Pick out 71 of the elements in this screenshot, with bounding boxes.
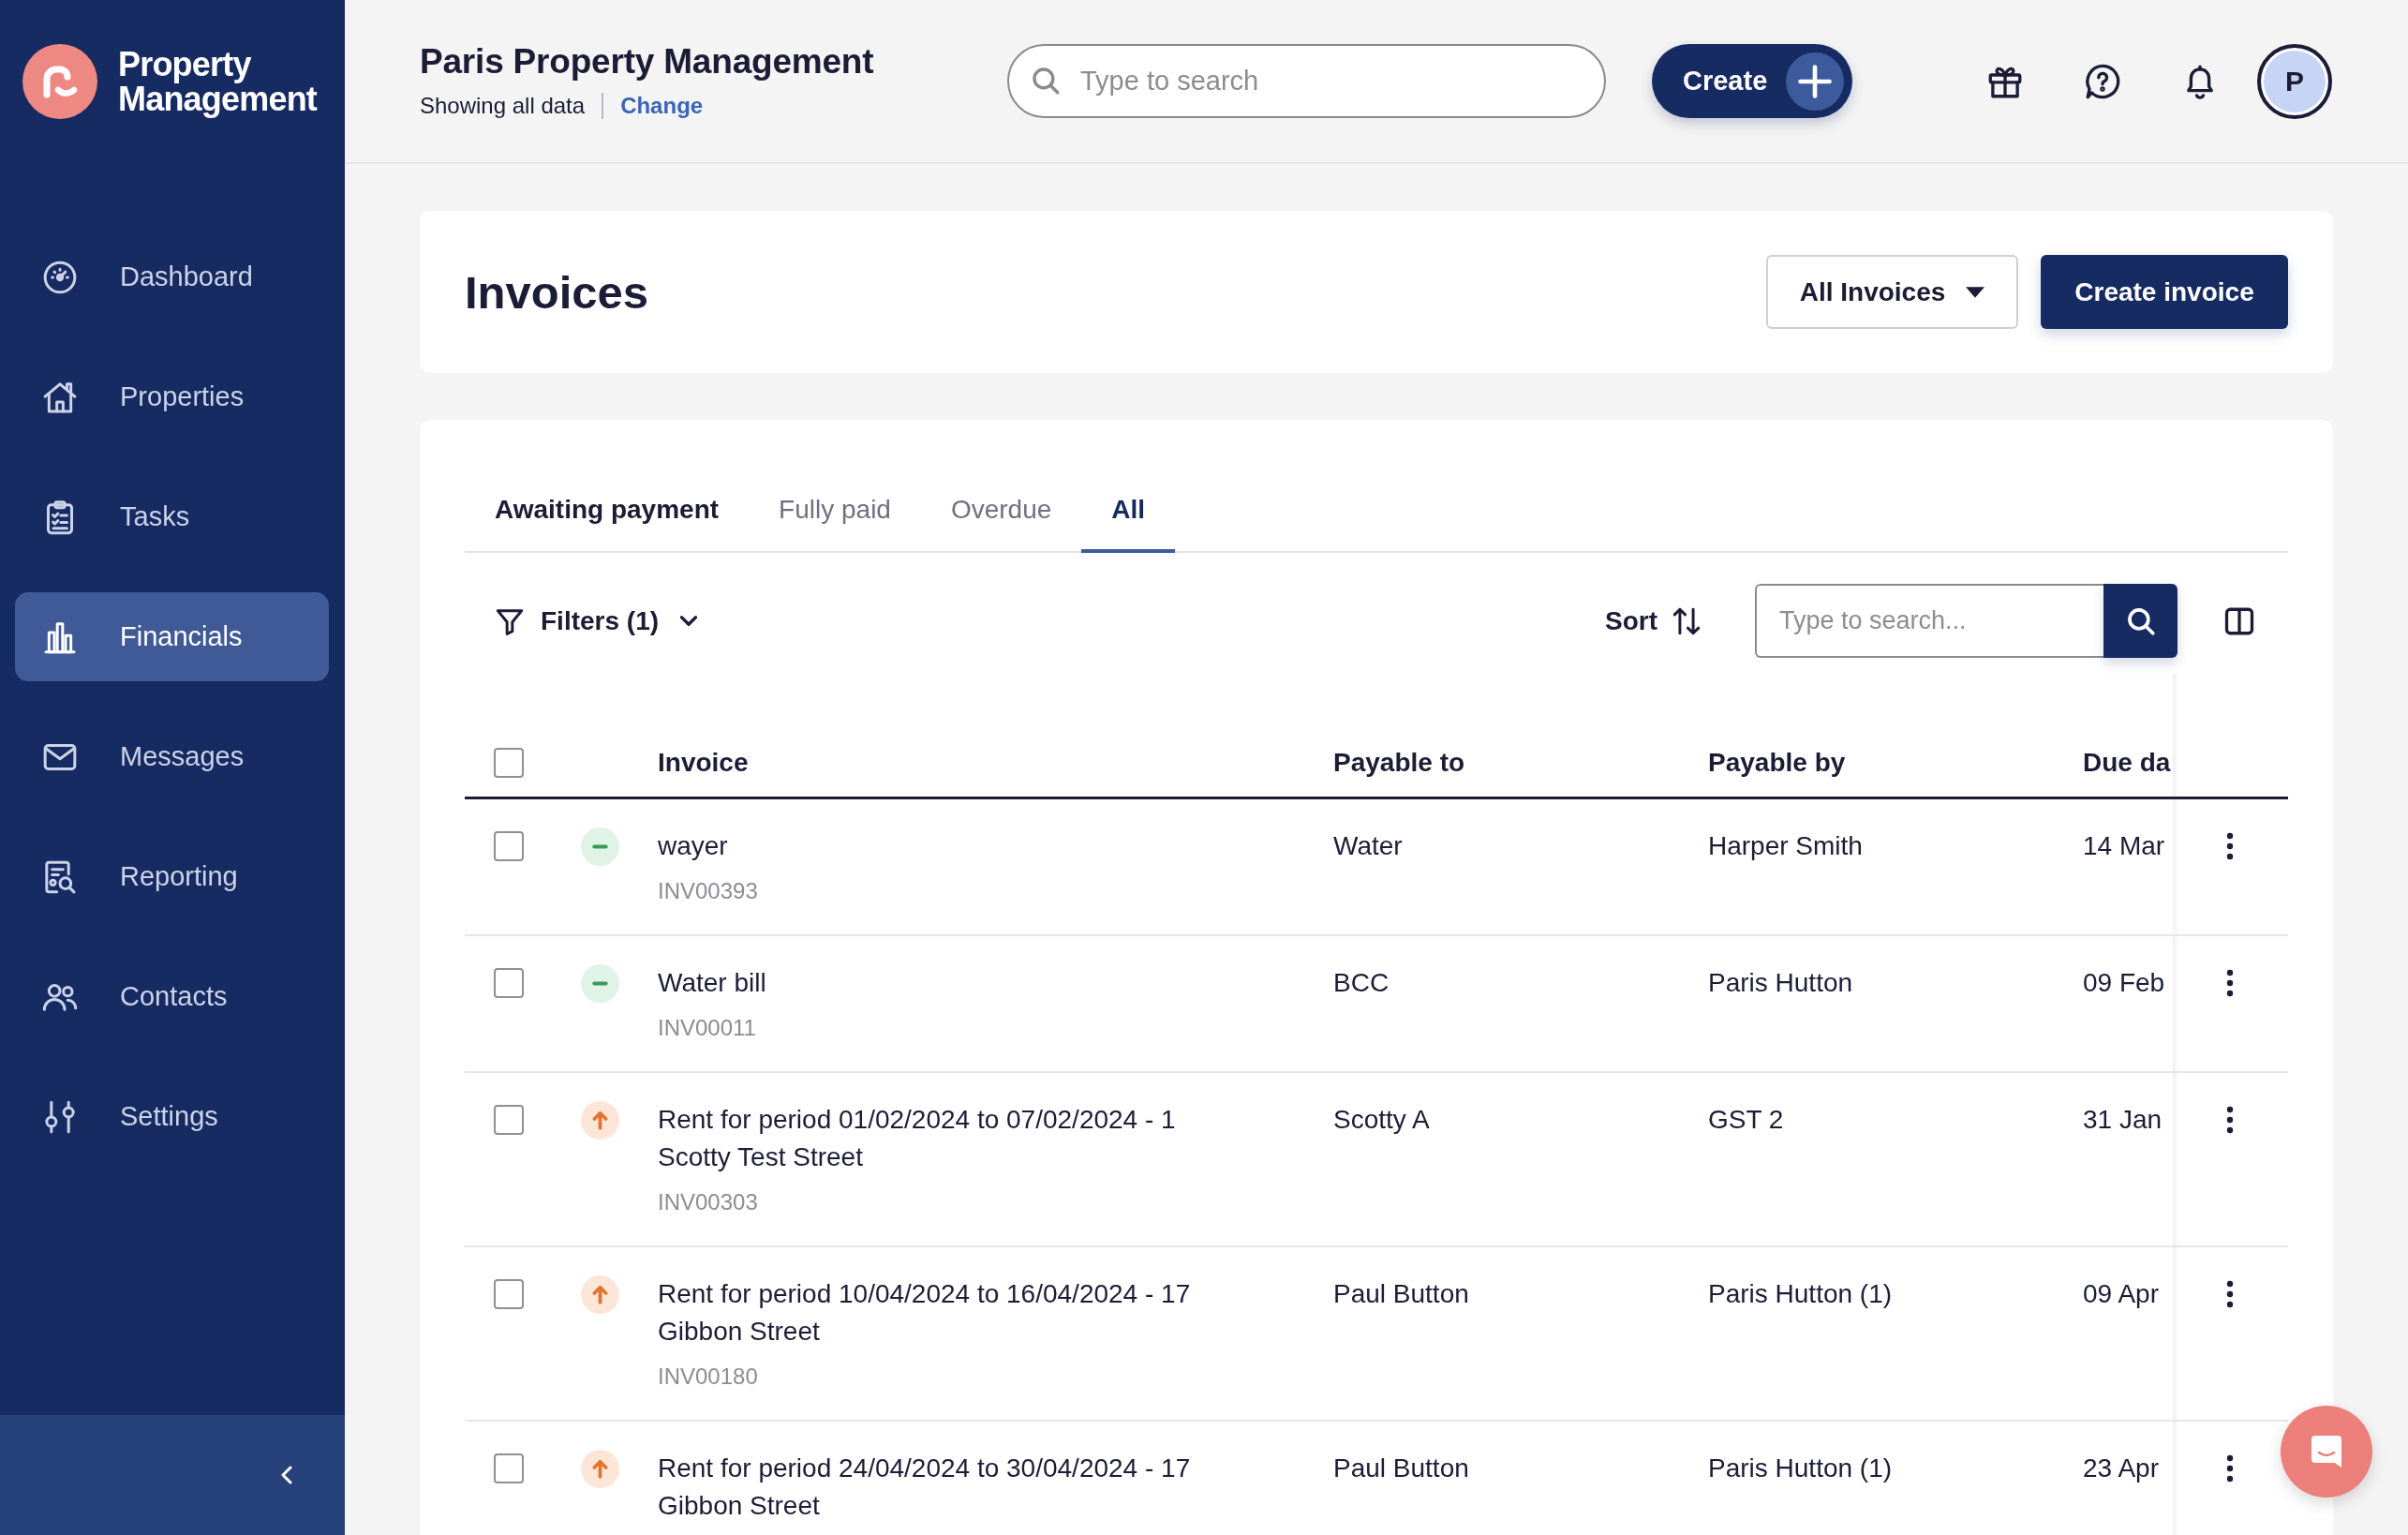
- invoice-number: INV00393: [658, 877, 759, 905]
- create-invoice-button[interactable]: Create invoice: [2041, 255, 2288, 329]
- more-options-icon[interactable]: [2226, 1454, 2234, 1483]
- sidebar-item[interactable]: Settings: [15, 1072, 329, 1161]
- row-checkbox[interactable]: [494, 1279, 524, 1309]
- more-options-icon[interactable]: [2226, 1106, 2234, 1134]
- row-checkbox[interactable]: [494, 968, 524, 998]
- due-date-cell-text: 14 Mar: [2083, 830, 2165, 862]
- invoice-title[interactable]: wayer: [658, 827, 1220, 865]
- sidebar-item[interactable]: Contacts: [15, 952, 329, 1041]
- column-header[interactable]: Payable by: [1708, 747, 1846, 779]
- row-checkbox[interactable]: [494, 1453, 524, 1483]
- more-options-icon[interactable]: [2226, 1280, 2234, 1308]
- search-field[interactable]: Type to search...: [1755, 584, 2103, 658]
- column-header[interactable]: Invoice: [658, 747, 749, 779]
- select-all-checkbox[interactable]: [494, 748, 524, 778]
- search-field[interactable]: Type to search: [1007, 44, 1606, 118]
- organisation-title: Paris Property Management: [420, 40, 875, 82]
- plus-icon: [1786, 52, 1844, 111]
- page-title: Invoices: [465, 265, 649, 319]
- more-options-icon[interactable]: [2226, 832, 2234, 860]
- user-avatar[interactable]: P: [2257, 43, 2332, 119]
- invoice-number: INV00180: [658, 1363, 759, 1391]
- sidebar-item[interactable]: Messages: [15, 712, 329, 801]
- logo-icon: [22, 44, 97, 119]
- chevron-left-icon: [281, 1466, 292, 1484]
- payable-by-cell-text: GST 2: [1708, 1104, 1784, 1136]
- payable-to-cell-text: Paul Button: [1333, 1453, 1469, 1484]
- invoice-title[interactable]: Rent for period 01/02/2024 to 07/02/2024 - 1 Scotty Test Street: [658, 1101, 1220, 1176]
- chevron-down-icon: [679, 615, 699, 627]
- payable-to-cell-text: Water: [1333, 830, 1403, 862]
- create-button[interactable]: Create: [1652, 44, 1852, 118]
- tab[interactable]: Overdue: [920, 470, 1082, 553]
- payable-to-cell-text: Scotty A: [1333, 1104, 1430, 1136]
- change-link[interactable]: Change: [620, 89, 704, 122]
- column-header[interactable]: Due da: [2083, 747, 2171, 779]
- search-icon: [1030, 65, 1062, 97]
- column-header[interactable]: Payable to: [1333, 747, 1465, 779]
- payable-by-cell-text: Paris Hutton (1): [1708, 1453, 1893, 1484]
- due-date-cell-text: 31 Jan: [2083, 1104, 2163, 1136]
- sidebar-item[interactable]: Reporting: [15, 832, 329, 921]
- invoice-number: INV00303: [658, 1188, 759, 1216]
- search-button[interactable]: [2103, 584, 2178, 658]
- due-date-cell-text: 09 Apr: [2083, 1278, 2159, 1310]
- invoice-number: INV00011: [658, 1014, 757, 1042]
- invoice-view-dropdown[interactable]: All Invoices: [1766, 255, 2018, 329]
- due-date-cell-text: 09 Feb: [2083, 967, 2165, 999]
- payable-to-cell-text: BCC: [1333, 967, 1390, 999]
- tab[interactable]: Awaiting payment: [465, 470, 750, 553]
- sidebar-item[interactable]: Dashboard: [15, 232, 329, 321]
- scope-text: Showing all data: [420, 91, 586, 120]
- invoice-title[interactable]: Rent for period 24/04/2024 to 30/04/2024 - 17 Gibbon Street: [658, 1450, 1220, 1525]
- more-options-icon[interactable]: [2226, 969, 2234, 997]
- sidebar-item[interactable]: Financials: [15, 592, 329, 681]
- row-checkbox[interactable]: [494, 831, 524, 861]
- filters-button[interactable]: Filters (1): [465, 592, 699, 649]
- row-checkbox[interactable]: [494, 1105, 524, 1135]
- app-name: Property Management: [118, 47, 319, 116]
- due-date-cell-text: 23 Apr: [2083, 1453, 2159, 1484]
- invoice-title[interactable]: Water bill: [658, 964, 1220, 1002]
- payable-to-cell-text: Paul Button: [1333, 1278, 1469, 1310]
- payable-by-cell-text: Paris Hutton (1): [1708, 1278, 1893, 1310]
- tab[interactable]: Fully paid: [749, 470, 921, 553]
- payable-by-cell-text: Paris Hutton: [1708, 967, 1853, 999]
- invoice-title[interactable]: Rent for period 10/04/2024 to 16/04/2024 - 17 Gibbon Street: [658, 1275, 1220, 1350]
- tab[interactable]: All: [1081, 470, 1176, 553]
- caret-down-icon: [1966, 286, 1985, 298]
- sort-button[interactable]: Sort: [1605, 592, 1702, 649]
- sidebar-item[interactable]: Tasks: [15, 472, 329, 561]
- payable-by-cell-text: Harper Smith: [1708, 830, 1863, 862]
- sidebar-item[interactable]: Properties: [15, 352, 329, 441]
